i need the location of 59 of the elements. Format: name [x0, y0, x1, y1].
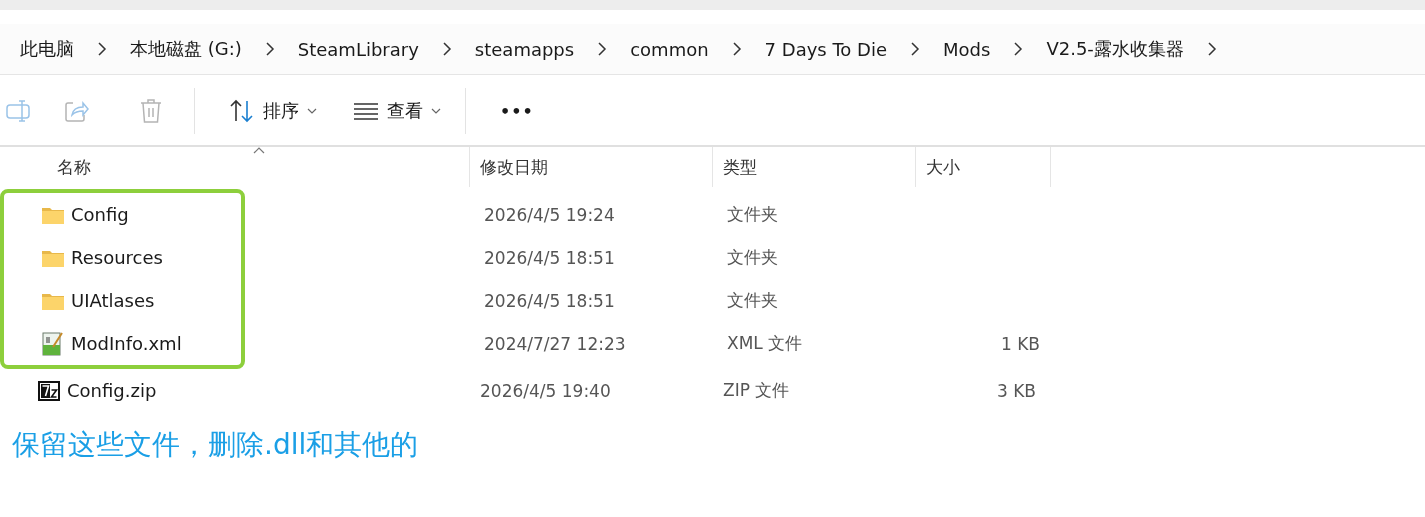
size-cell-text: 3 KB — [995, 380, 1036, 401]
chevron-icon — [96, 42, 108, 56]
file-name[interactable]: Config — [4, 204, 474, 225]
column-header[interactable]: 名称 — [0, 147, 470, 187]
file-name[interactable]: Config.zip — [0, 380, 470, 401]
sort-button[interactable]: 排序 — [223, 93, 323, 129]
type-cell-text: 文件夹 — [726, 246, 779, 269]
annotation-text: 保留这些文件，删除.dll和其他的 — [12, 427, 420, 463]
breadcrumb-item[interactable]: V2.5-露水收集器 — [1046, 37, 1184, 61]
breadcrumb-item[interactable]: common — [630, 38, 709, 60]
type-cell-text: 文件夹 — [726, 289, 779, 312]
rename-icon — [6, 98, 32, 124]
column-header[interactable]: 修改日期 — [470, 147, 713, 187]
type-cell-text: ZIP 文件 — [722, 379, 791, 402]
date-cell-text: 2026/4/5 19:40 — [479, 380, 612, 401]
folder-icon — [42, 205, 64, 224]
archive-icon — [38, 380, 60, 401]
type-cell-text: XML 文件 — [726, 332, 804, 355]
file-name-text: Config.zip — [67, 380, 157, 401]
breadcrumb-item[interactable]: 7 Days To Die — [764, 38, 888, 60]
file-name-text: Config — [71, 204, 129, 225]
file-name-text: ModInfo.xml — [71, 333, 182, 354]
list-view-icon — [353, 102, 379, 120]
chevron-icon — [440, 42, 453, 56]
chevron-icon — [596, 42, 609, 56]
share-icon — [63, 98, 89, 124]
chevron-icon — [1205, 42, 1218, 56]
breadcrumb-item[interactable]: 此电脑 — [20, 37, 74, 61]
chevron-icon — [909, 42, 922, 56]
sort-icon — [229, 99, 255, 123]
date-cell-text: 2026/4/5 18:51 — [483, 247, 616, 268]
file-name[interactable]: ModInfo.xml — [4, 331, 474, 356]
file-name[interactable]: UIAtlases — [4, 290, 474, 311]
chevron-icon — [730, 42, 743, 56]
caret-icon — [431, 108, 441, 114]
address-bar[interactable]: 此电脑 本地磁盘 (G:) SteamLibrary steamapps common 7 Days To Die Mods V2.5-露水收集器 — [0, 24, 1425, 75]
folder-icon — [42, 248, 64, 267]
file-name[interactable]: Resources — [4, 247, 474, 268]
view-button[interactable]: 查看 — [347, 93, 447, 129]
date-cell-text: 2026/4/5 19:24 — [483, 204, 616, 225]
file-name-text: Resources — [71, 247, 163, 268]
trash-icon — [139, 98, 163, 124]
chevron-icon — [263, 42, 276, 56]
type-cell-text: 文件夹 — [726, 203, 779, 226]
breadcrumb-item[interactable]: Mods — [943, 38, 991, 60]
breadcrumb-item[interactable]: SteamLibrary — [297, 38, 419, 60]
file-name-text: UIAtlases — [71, 290, 155, 311]
caret-icon — [307, 108, 317, 114]
size-cell-text: 1 KB — [999, 333, 1040, 354]
column-header[interactable]: 类型 — [713, 147, 916, 187]
date-cell-text: 2024/7/27 12:23 — [483, 333, 627, 354]
chevron-icon — [1012, 42, 1025, 56]
folder-icon — [42, 291, 64, 310]
more-button[interactable]: ••• — [494, 95, 540, 127]
breadcrumb-item[interactable]: steamapps — [474, 38, 575, 60]
notepad-icon — [42, 331, 64, 356]
breadcrumb-item[interactable]: 本地磁盘 (G:) — [130, 37, 242, 61]
date-cell-text: 2026/4/5 18:51 — [483, 290, 616, 311]
column-header[interactable]: 大小 — [916, 147, 1051, 187]
